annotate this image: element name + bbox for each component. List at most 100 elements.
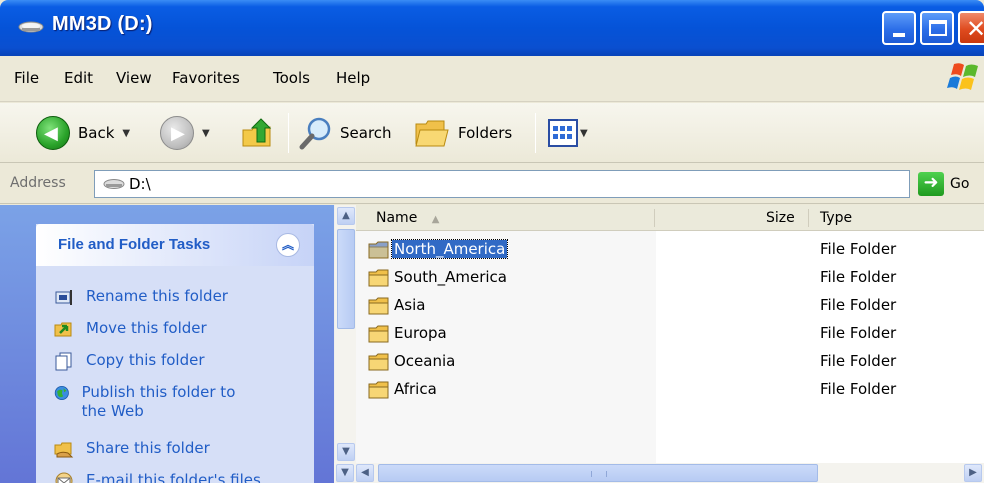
collapse-icon[interactable]: ︽ — [276, 233, 300, 257]
scroll-corner-down-icon[interactable]: ▼ — [336, 464, 354, 482]
menu-view[interactable]: View — [116, 69, 152, 87]
folder-icon — [368, 297, 389, 315]
publish-web-icon — [54, 385, 69, 401]
rename-icon — [55, 290, 72, 305]
task-label: Publish this folder to the Web — [81, 383, 236, 420]
maximize-icon — [929, 20, 947, 36]
file-row-north-america[interactable]: North_America File Folder — [356, 236, 984, 264]
task-label: Rename this folder — [86, 287, 228, 305]
task-label: Move this folder — [86, 319, 207, 337]
go-button[interactable]: Go — [950, 176, 969, 192]
scroll-up-icon[interactable]: ▲ — [337, 207, 355, 225]
email-icon — [55, 472, 73, 483]
close-button[interactable]: ✕ — [958, 11, 984, 45]
task-label: Share this folder — [86, 439, 210, 457]
file-row-asia[interactable]: Asia File Folder — [356, 292, 984, 320]
search-button[interactable]: Search — [298, 103, 392, 163]
chevron-down-icon: ▼ — [580, 127, 588, 139]
maximize-button[interactable] — [920, 11, 954, 45]
share-icon — [54, 442, 74, 458]
menu-tools[interactable]: Tools — [273, 69, 310, 87]
menu-favorites[interactable]: Favorites — [172, 69, 240, 87]
back-label: Back — [78, 124, 115, 142]
back-button[interactable]: ◀ Back ▼ — [36, 103, 130, 163]
folders-label: Folders — [458, 124, 513, 142]
file-type: File Folder — [820, 240, 897, 258]
address-field[interactable]: D:\ ▼ — [94, 170, 910, 198]
move-icon — [54, 322, 72, 337]
chevron-down-icon: ▼ — [202, 127, 210, 139]
task-rename-folder[interactable]: Rename this folder — [54, 287, 228, 307]
horizontal-scrollbar[interactable]: ▼ ◀ ▶ — [334, 463, 984, 483]
minimize-icon — [893, 33, 905, 37]
task-move-folder[interactable]: Move this folder — [54, 319, 207, 339]
file-type: File Folder — [820, 268, 897, 286]
up-folder-icon — [242, 118, 272, 147]
toolbar-separator — [535, 113, 536, 153]
search-icon — [299, 117, 331, 150]
folder-icon — [368, 353, 389, 371]
scroll-left-icon[interactable]: ◀ — [356, 464, 374, 482]
copy-icon — [55, 352, 72, 371]
vertical-scrollbar[interactable]: ▲ ▼ — [334, 205, 356, 463]
task-panel-header[interactable]: File and Folder Tasks ︽ — [36, 224, 314, 266]
task-panel-title: File and Folder Tasks — [58, 236, 211, 253]
address-bar: Address D:\ ▼ ➜ Go — [0, 164, 984, 204]
column-header-row: Name ▲ Size Type — [356, 205, 984, 231]
forward-button[interactable]: ▶ ▼ — [160, 103, 210, 163]
drive-icon — [103, 179, 125, 189]
folders-icon — [415, 120, 449, 147]
folder-icon — [368, 381, 389, 399]
task-label: E-mail this folder's files — [86, 471, 261, 483]
title-bar[interactable]: MM3D (D:) ✕ — [0, 0, 984, 56]
go-arrow-icon[interactable]: ➜ — [918, 172, 944, 196]
file-row-europa[interactable]: Europa File Folder — [356, 320, 984, 348]
file-list: ▲ ▼ Name ▲ Size Type North_America File … — [334, 205, 984, 483]
file-type: File Folder — [820, 380, 897, 398]
file-row-oceania[interactable]: Oceania File Folder — [356, 348, 984, 376]
chevron-down-icon: ▼ — [122, 127, 131, 139]
file-name: Oceania — [394, 352, 456, 370]
task-copy-folder[interactable]: Copy this folder — [54, 351, 205, 371]
column-separator[interactable] — [654, 209, 655, 227]
file-type: File Folder — [820, 324, 897, 342]
column-header-name[interactable]: Name ▲ — [376, 210, 439, 226]
sort-ascending-icon: ▲ — [431, 214, 440, 225]
task-email-files[interactable]: E-mail this folder's files — [54, 471, 261, 483]
menu-file[interactable]: File — [14, 69, 39, 87]
back-arrow-icon: ◀ — [36, 116, 70, 150]
forward-arrow-icon: ▶ — [160, 116, 194, 150]
folder-icon — [368, 325, 389, 343]
file-name: Europa — [394, 324, 447, 342]
task-share-folder[interactable]: Share this folder — [54, 439, 210, 459]
toolbar: ◀ Back ▼ ▶ ▼ Search Folders ▼ — [0, 103, 984, 163]
folder-icon — [368, 269, 389, 287]
column-name-label: Name — [376, 210, 418, 226]
column-header-size[interactable]: Size — [766, 210, 795, 226]
views-icon — [548, 119, 578, 147]
scroll-right-icon[interactable]: ▶ — [964, 464, 982, 482]
vertical-scroll-thumb[interactable] — [337, 229, 355, 329]
views-button[interactable]: ▼ — [548, 103, 588, 163]
scroll-grip-icon — [591, 471, 607, 477]
file-type: File Folder — [820, 296, 897, 314]
minimize-button[interactable] — [882, 11, 916, 45]
file-name: North_America — [390, 239, 509, 259]
column-header-type[interactable]: Type — [820, 210, 852, 226]
column-separator[interactable] — [808, 209, 809, 227]
folders-button[interactable]: Folders — [414, 103, 512, 163]
task-label: Copy this folder — [86, 351, 205, 369]
up-folder-button[interactable] — [240, 103, 274, 163]
windows-logo-icon — [947, 63, 978, 90]
file-name: Africa — [394, 380, 437, 398]
close-icon: ✕ — [966, 15, 984, 43]
horizontal-scroll-thumb[interactable] — [378, 464, 818, 482]
task-pane: File and Folder Tasks ︽ Rename this fold… — [0, 205, 334, 483]
scroll-down-icon[interactable]: ▼ — [337, 443, 355, 461]
task-publish-web[interactable]: Publish this folder to the Web — [54, 383, 254, 421]
file-row-south-america[interactable]: South_America File Folder — [356, 264, 984, 292]
folder-icon — [368, 241, 389, 259]
menu-edit[interactable]: Edit — [64, 69, 93, 87]
menu-help[interactable]: Help — [336, 69, 370, 87]
file-row-africa[interactable]: Africa File Folder — [356, 376, 984, 404]
